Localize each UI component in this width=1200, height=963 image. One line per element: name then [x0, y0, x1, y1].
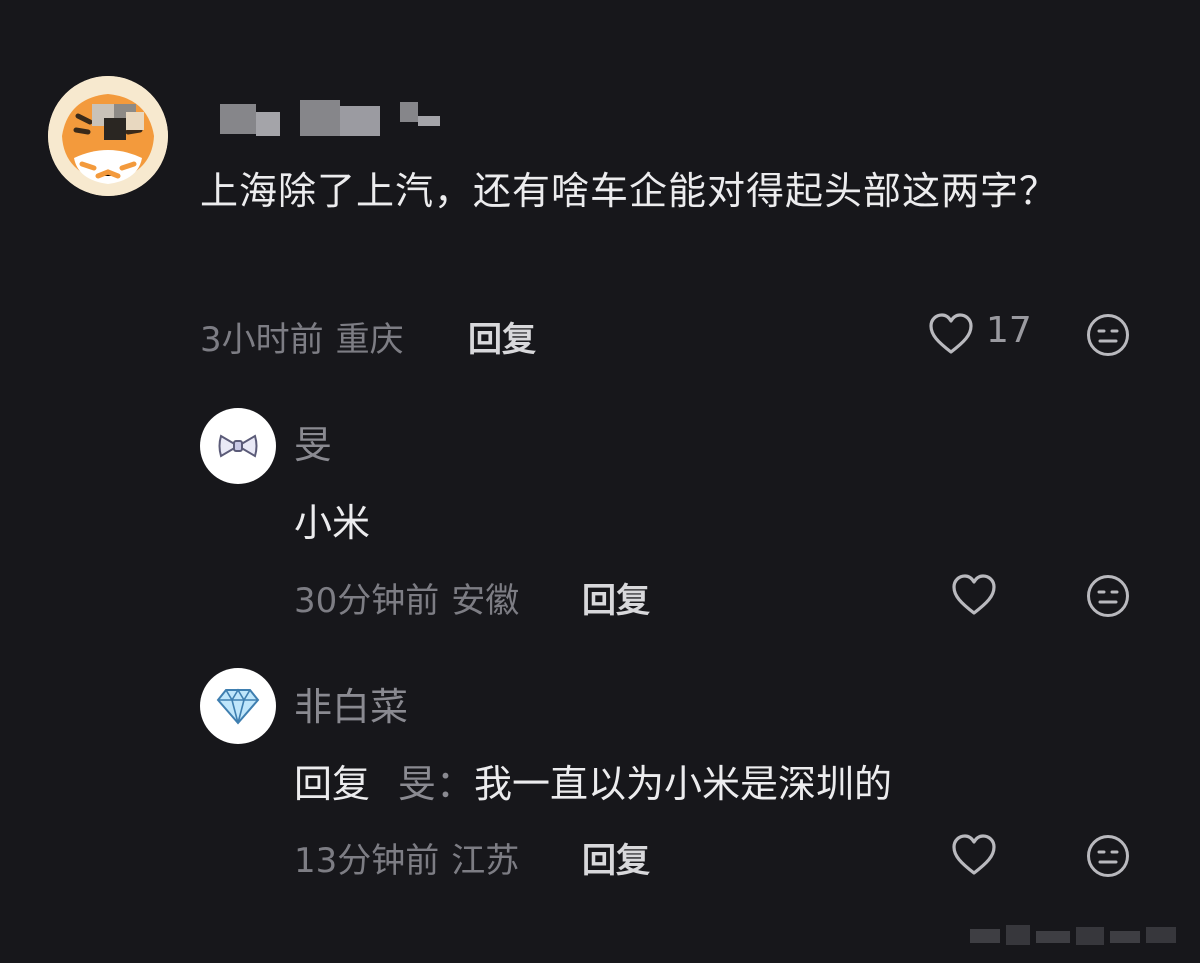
reply-username[interactable]: 非白菜 [294, 676, 408, 731]
reply-meta: 30分钟前 安徽 [294, 573, 519, 622]
reply-prefix: 回复 [294, 762, 371, 806]
reply-button[interactable]: 回复 [582, 573, 650, 622]
react-button[interactable] [1086, 834, 1130, 878]
avatar[interactable] [200, 408, 276, 484]
reply-text: 我一直以为小米是深圳的 [474, 762, 893, 806]
like-button[interactable] [951, 833, 997, 877]
neutral-face-icon [1087, 314, 1129, 356]
reply-location: 江苏 [451, 841, 520, 881]
heart-icon [929, 313, 973, 354]
like-button[interactable] [928, 312, 974, 356]
username-blurred[interactable] [200, 96, 450, 136]
tiger-avatar-icon [48, 76, 168, 196]
heart-icon [952, 834, 996, 875]
comment-text: 上海除了上汽，还有啥车企能对得起头部这两字？ [200, 169, 1059, 213]
reply-button[interactable]: 回复 [582, 833, 650, 882]
reply-text-line: 回复 旻：我一直以为小米是深圳的 [294, 753, 892, 808]
reply-time: 30分钟前 [294, 581, 440, 621]
like-button[interactable] [951, 573, 997, 617]
reply-target[interactable]: 旻： [398, 762, 474, 806]
comment-time: 3小时前 [200, 320, 324, 360]
comment-meta: 3小时前 重庆 [200, 312, 404, 361]
bow-icon [218, 434, 258, 458]
reply-time: 13分钟前 [294, 841, 440, 881]
react-button[interactable] [1086, 313, 1130, 357]
reply-text: 小米 [294, 501, 371, 545]
heart-icon [952, 574, 996, 615]
neutral-face-icon [1087, 575, 1129, 617]
react-button[interactable] [1086, 574, 1130, 618]
diamond-icon [216, 688, 260, 725]
reply-meta: 13分钟前 江苏 [294, 833, 519, 882]
avatar[interactable] [200, 668, 276, 744]
comment-location: 重庆 [335, 320, 404, 360]
avatar[interactable] [48, 76, 168, 196]
watermark [970, 925, 1176, 945]
reply-location: 安徽 [451, 581, 520, 621]
like-count: 17 [986, 310, 1032, 351]
reply-button[interactable]: 回复 [468, 312, 536, 361]
reply-username[interactable]: 旻 [294, 414, 332, 469]
neutral-face-icon [1087, 835, 1129, 877]
